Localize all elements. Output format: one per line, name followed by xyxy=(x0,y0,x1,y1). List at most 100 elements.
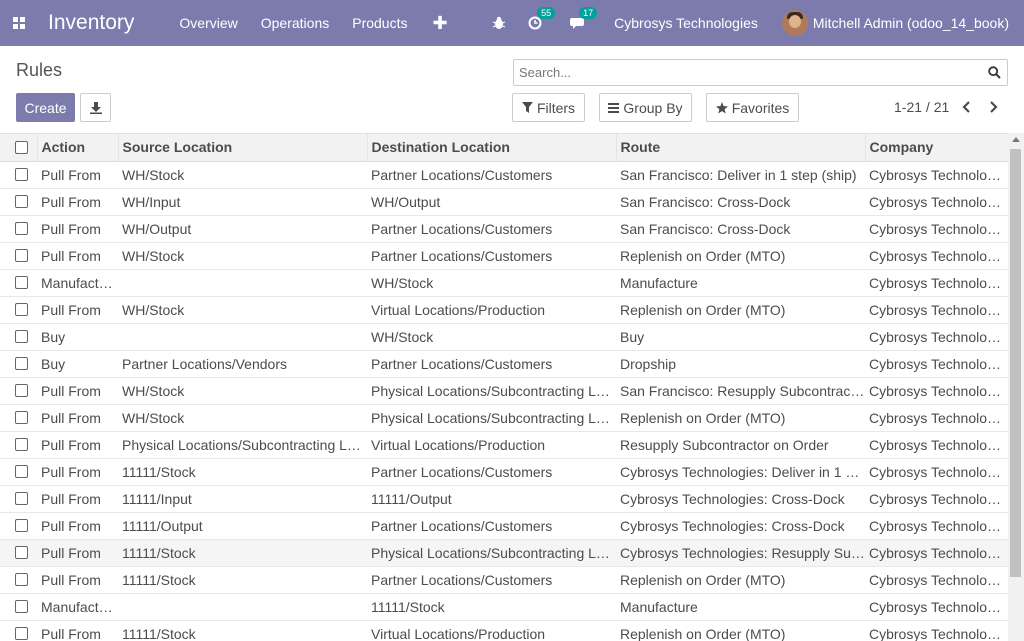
table-row[interactable]: Pull From WH/Input WH/Output San Francisco:… xyxy=(0,188,1008,216)
cell-action: Pull From xyxy=(37,431,118,459)
pager-value[interactable]: 1-21 / 21 xyxy=(894,99,949,115)
cell-action: Manufacture xyxy=(37,269,118,297)
cell-action: Pull From xyxy=(37,458,118,486)
row-checkbox[interactable] xyxy=(15,573,28,586)
cell-action: Pull From xyxy=(37,512,118,540)
row-checkbox[interactable] xyxy=(15,249,28,262)
row-checkbox[interactable] xyxy=(15,438,28,451)
favorites-button[interactable]: Favorites xyxy=(706,93,799,122)
table-row[interactable]: Manufacture WH/Stock Manufacture Cybrosys T… xyxy=(0,269,1008,297)
cell-source-location: 11111/Stock xyxy=(118,620,367,641)
create-button[interactable]: Create xyxy=(16,93,75,122)
cell-action: Pull From xyxy=(37,377,118,405)
row-checkbox[interactable] xyxy=(15,357,28,370)
cell-company: Cybrosys Technologies xyxy=(865,269,1008,297)
cell-source-location: WH/Input xyxy=(118,188,367,216)
message-count-badge: 17 xyxy=(579,7,598,19)
row-checkbox[interactable] xyxy=(15,546,28,559)
row-checkbox[interactable] xyxy=(15,411,28,424)
chevron-left-icon xyxy=(961,101,970,113)
cell-destination-location: Partner Locations/Customers xyxy=(367,161,616,189)
group-by-button[interactable]: Group By xyxy=(599,93,692,122)
row-checkbox[interactable] xyxy=(15,627,28,640)
table-scrollbar[interactable] xyxy=(1008,133,1024,641)
table-row[interactable]: Pull From WH/Stock Partner Locations/Custo… xyxy=(0,161,1008,189)
table-row[interactable]: Pull From Physical Locations/Subcontracti… xyxy=(0,431,1008,459)
column-header-route[interactable]: Route xyxy=(616,134,866,162)
user-menu[interactable]: Mitchell Admin (odoo_14_book) xyxy=(813,15,1009,31)
table-row[interactable]: Pull From 11111/Input 11111/Output Cybrosys… xyxy=(0,485,1008,513)
table-row[interactable]: Pull From 11111/Stock Partner Locations/Cu… xyxy=(0,566,1008,594)
row-checkbox[interactable] xyxy=(15,303,28,316)
cell-source-location: WH/Stock xyxy=(118,296,367,324)
company-switcher[interactable]: Cybrosys Technologies xyxy=(614,15,758,31)
column-header-company[interactable]: Company xyxy=(865,134,1008,162)
row-checkbox[interactable] xyxy=(15,330,28,343)
cell-source-location: 11111/Output xyxy=(118,512,367,540)
cell-route: Replenish on Order (MTO) xyxy=(616,620,865,641)
messaging-systray[interactable]: 17 xyxy=(570,7,598,30)
search-input[interactable] xyxy=(514,60,974,85)
row-checkbox[interactable] xyxy=(15,168,28,181)
cell-route: Replenish on Order (MTO) xyxy=(616,566,865,594)
table-row[interactable]: Buy WH/Stock Buy Cybrosys Technologies xyxy=(0,323,1008,351)
scroll-thumb[interactable] xyxy=(1010,149,1021,577)
menu-overview[interactable]: Overview xyxy=(179,15,237,31)
cell-source-location: Partner Locations/Vendors xyxy=(118,350,367,378)
menu-operations[interactable]: Operations xyxy=(261,15,329,31)
cell-source-location: WH/Stock xyxy=(118,242,367,270)
scroll-up-arrow[interactable] xyxy=(1012,137,1020,142)
apps-menu-icon[interactable] xyxy=(0,0,34,46)
row-select-cell xyxy=(0,458,37,486)
table-row[interactable]: Pull From WH/Stock Virtual Locations/Produ… xyxy=(0,296,1008,324)
cell-destination-location: Physical Locations/Subcontracting Loc... xyxy=(367,539,616,567)
menu-products[interactable]: Products xyxy=(352,15,407,31)
row-checkbox[interactable] xyxy=(15,195,28,208)
table-row[interactable]: Pull From 11111/Stock Partner Locations/Cu… xyxy=(0,458,1008,486)
filters-button[interactable]: Filters xyxy=(512,93,585,122)
cell-source-location: 11111/Stock xyxy=(118,458,367,486)
activity-systray[interactable]: 55 xyxy=(528,7,556,30)
table-row[interactable]: Pull From WH/Output Partner Locations/Cust… xyxy=(0,215,1008,243)
row-checkbox[interactable] xyxy=(15,384,28,397)
table-row[interactable]: Pull From WH/Stock Physical Locations/Subc… xyxy=(0,377,1008,405)
export-button[interactable] xyxy=(80,93,111,122)
pager-previous-button[interactable] xyxy=(958,98,974,116)
pager-next-button[interactable] xyxy=(985,98,1001,116)
column-header-action[interactable]: Action xyxy=(37,134,119,162)
cell-destination-location: Virtual Locations/Production xyxy=(367,620,616,641)
table-row[interactable]: Pull From 11111/Stock Physical Locations/S… xyxy=(0,539,1008,567)
table-row[interactable]: Pull From WH/Stock Physical Locations/Subc… xyxy=(0,404,1008,432)
row-checkbox[interactable] xyxy=(15,492,28,505)
cell-action: Buy xyxy=(37,350,118,378)
bug-icon[interactable] xyxy=(492,16,506,30)
row-select-cell xyxy=(0,269,37,297)
search-icon[interactable] xyxy=(988,66,1001,79)
row-checkbox[interactable] xyxy=(15,600,28,613)
table-row[interactable]: Pull From WH/Stock Partner Locations/Custo… xyxy=(0,242,1008,270)
app-name[interactable]: Inventory xyxy=(48,11,134,35)
table-row[interactable]: Buy Partner Locations/Vendors Partner Loca… xyxy=(0,350,1008,378)
table-row[interactable]: Manufacture 11111/Stock Manufacture Cybrosy… xyxy=(0,593,1008,621)
cell-destination-location: Virtual Locations/Production xyxy=(367,296,616,324)
row-checkbox[interactable] xyxy=(15,276,28,289)
row-checkbox[interactable] xyxy=(15,222,28,235)
cell-source-location: 11111/Input xyxy=(118,485,367,513)
cell-company: Cybrosys Technologies xyxy=(865,296,1008,324)
user-avatar[interactable] xyxy=(781,10,808,36)
chevron-right-icon xyxy=(989,101,998,113)
cell-route: Cybrosys Technologies: Cross-Dock xyxy=(616,512,865,540)
table-row[interactable]: Pull From 11111/Output Partner Locations/C… xyxy=(0,512,1008,540)
select-all-cell xyxy=(0,134,38,162)
select-all-checkbox[interactable] xyxy=(15,140,28,154)
table-body: Pull From WH/Stock Partner Locations/Custo… xyxy=(0,161,1008,641)
table-row[interactable]: Pull From 11111/Stock Virtual Locations/Pr… xyxy=(0,620,1008,641)
plus-icon[interactable]: ✚ xyxy=(432,13,447,34)
row-select-cell xyxy=(0,485,37,513)
column-header-destination-location[interactable]: Destination Location xyxy=(367,134,617,162)
row-checkbox[interactable] xyxy=(15,465,28,478)
cell-destination-location: Partner Locations/Customers xyxy=(367,566,616,594)
row-checkbox[interactable] xyxy=(15,519,28,532)
cell-route: Dropship xyxy=(616,350,865,378)
column-header-source-location[interactable]: Source Location xyxy=(118,134,368,162)
